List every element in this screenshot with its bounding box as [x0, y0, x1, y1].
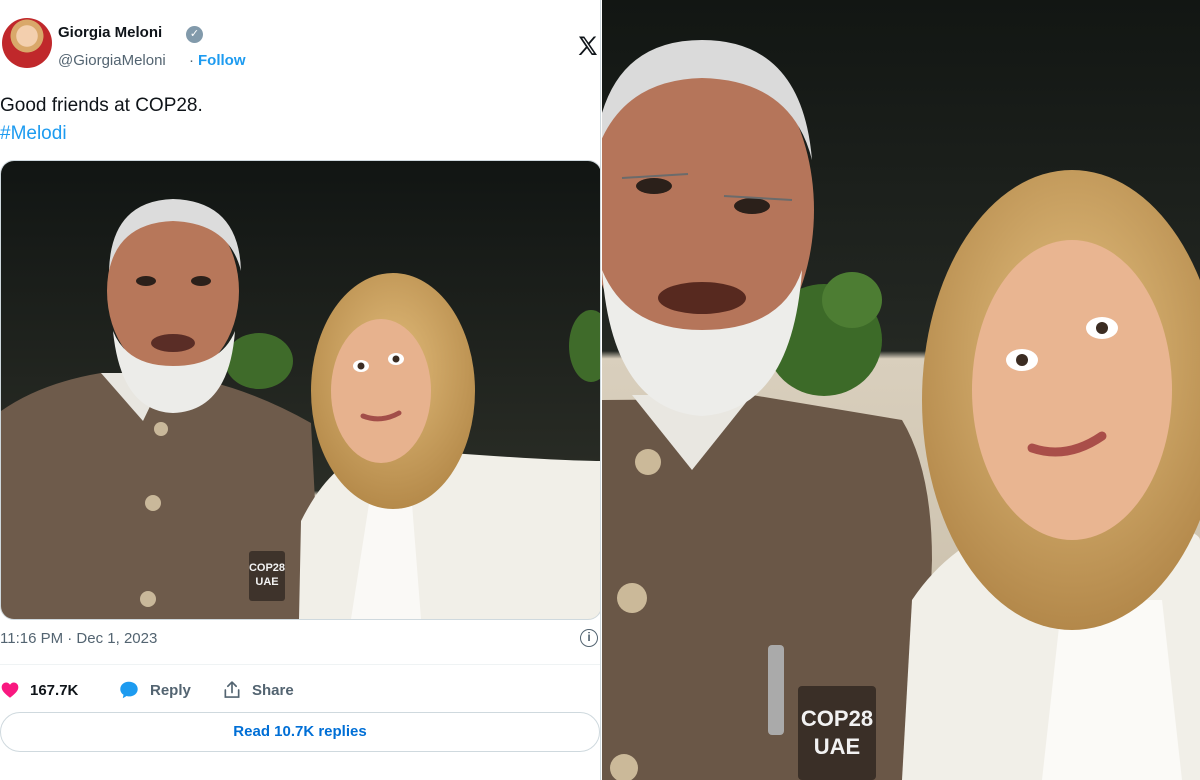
- enlarged-photo-image: COP28 UAE: [602, 0, 1200, 780]
- x-logo-icon[interactable]: [576, 34, 600, 58]
- share-label: Share: [252, 681, 294, 699]
- author-name[interactable]: Giorgia Meloni: [58, 24, 162, 41]
- reply-label: Reply: [150, 681, 191, 699]
- tweet-photo: COP28 UAE: [1, 161, 600, 619]
- read-replies-button[interactable]: Read 10.7K replies: [0, 712, 600, 752]
- photo-badge-line2: UAE: [814, 734, 860, 759]
- heart-icon: [1, 682, 19, 698]
- tweet-media[interactable]: COP28 UAE: [0, 160, 600, 620]
- author-handle[interactable]: @GiorgiaMeloni: [58, 52, 166, 69]
- author-avatar[interactable]: [2, 18, 52, 68]
- tweet-timestamp[interactable]: 11:16 PM · Dec 1, 2023: [0, 630, 157, 647]
- reply-button[interactable]: Reply: [118, 676, 191, 704]
- verified-badge-icon: ✓: [186, 26, 203, 43]
- media-badge-line1: COP28: [249, 562, 285, 574]
- reply-bubble-icon: [120, 681, 138, 699]
- share-button[interactable]: Share: [222, 676, 294, 704]
- follow-link[interactable]: Follow: [198, 52, 246, 69]
- tweet-header: Giorgia Meloni ✓ @GiorgiaMeloni · Follow: [0, 14, 600, 80]
- media-badge-line2: UAE: [255, 576, 278, 588]
- like-button[interactable]: 167.7K: [0, 676, 78, 704]
- hashtag-link[interactable]: #Melodi: [0, 120, 203, 148]
- photo-badge-line1: COP28: [801, 706, 873, 731]
- enlarged-photo: COP28 UAE: [602, 0, 1200, 780]
- handle-separator: ·: [189, 52, 194, 69]
- info-icon[interactable]: i: [580, 629, 598, 647]
- tweet-actions: 167.7K Reply Share: [0, 676, 600, 704]
- tweet-card: Giorgia Meloni ✓ @GiorgiaMeloni · Follow…: [0, 0, 601, 780]
- divider: [0, 664, 600, 665]
- share-icon: [224, 681, 240, 698]
- tweet-text: Good friends at COP28. #Melodi: [0, 92, 203, 148]
- like-count: 167.7K: [30, 681, 79, 699]
- tweet-text-line: Good friends at COP28.: [0, 95, 203, 116]
